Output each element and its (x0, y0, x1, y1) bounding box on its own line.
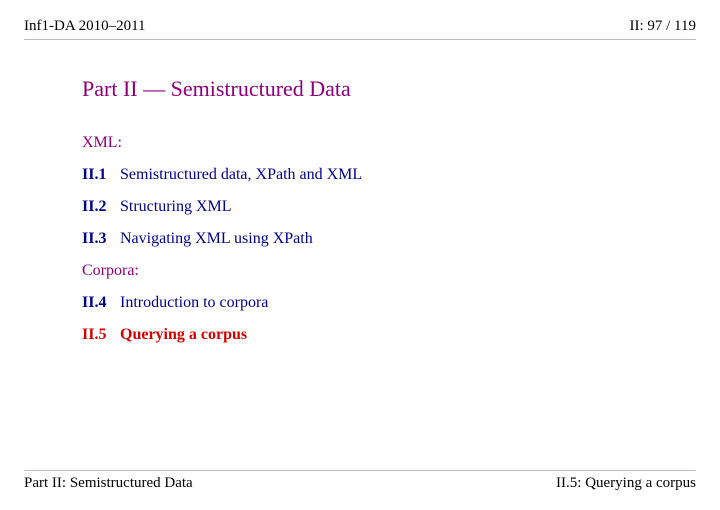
toc-item-current: II.5 Querying a corpus (82, 326, 660, 344)
section-label-xml: XML: (82, 134, 660, 152)
footer-left: Part II: Semistructured Data (24, 475, 193, 492)
toc-item: II.2 Structuring XML (82, 198, 660, 216)
toc-item-num: II.5 (82, 326, 116, 344)
slide-page: Inf1-DA 2010–2011 II: 97 / 119 Part II —… (0, 0, 720, 510)
slide-header: Inf1-DA 2010–2011 II: 97 / 119 (24, 18, 696, 40)
slide-footer: Part II: Semistructured Data II.5: Query… (24, 470, 696, 492)
toc-item: II.1 Semistructured data, XPath and XML (82, 166, 660, 184)
slide-content: XML: II.1 Semistructured data, XPath and… (82, 130, 660, 358)
header-left: Inf1-DA 2010–2011 (24, 18, 146, 35)
toc-item-num: II.2 (82, 198, 116, 216)
toc-item-text: Semistructured data, XPath and XML (120, 166, 362, 183)
toc-item-text: Introduction to corpora (120, 294, 268, 311)
section-label-corpora: Corpora: (82, 262, 660, 280)
toc-item-text: Structuring XML (120, 198, 232, 215)
toc-item: II.3 Navigating XML using XPath (82, 230, 660, 248)
toc-item-num: II.3 (82, 230, 116, 248)
toc-item: II.4 Introduction to corpora (82, 294, 660, 312)
slide-title: Part II — Semistructured Data (82, 76, 351, 102)
toc-item-text: Navigating XML using XPath (120, 230, 313, 247)
toc-item-num: II.4 (82, 294, 116, 312)
toc-item-text: Querying a corpus (120, 326, 247, 343)
footer-right: II.5: Querying a corpus (556, 475, 696, 492)
header-right: II: 97 / 119 (629, 18, 696, 35)
toc-item-num: II.1 (82, 166, 116, 184)
